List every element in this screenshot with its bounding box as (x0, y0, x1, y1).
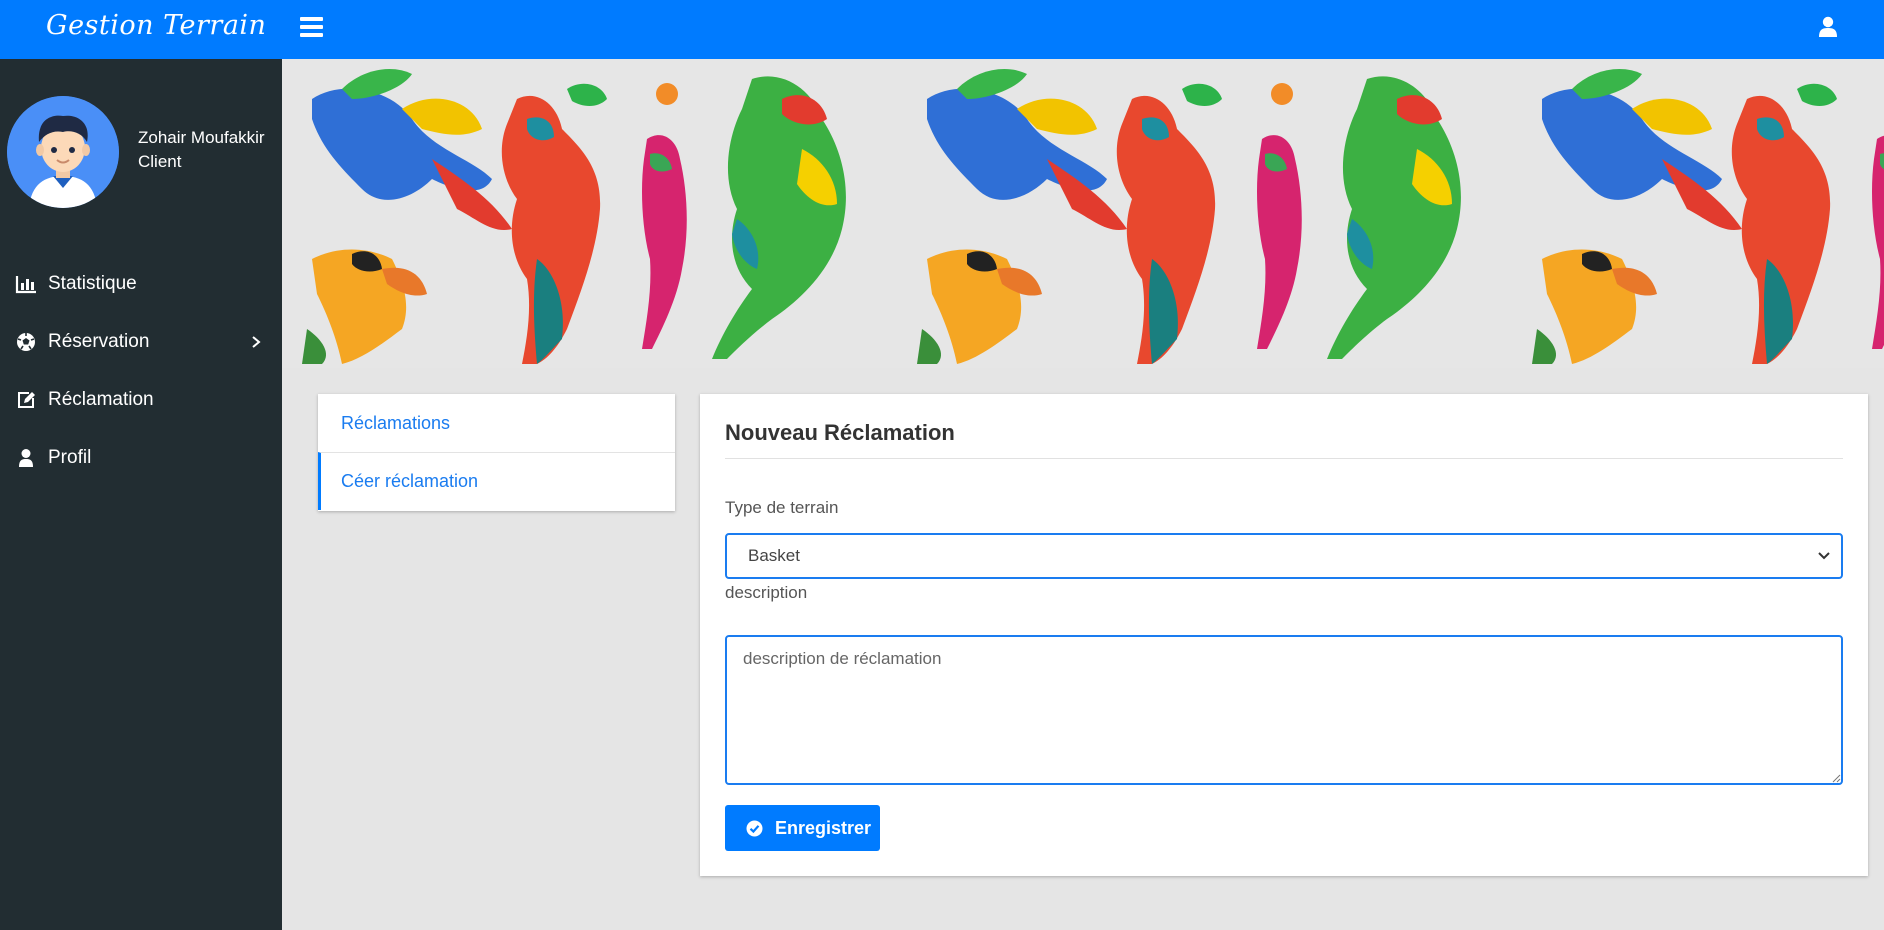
edit-icon (18, 392, 35, 408)
type-terrain-label: Type de terrain (725, 498, 839, 517)
app-brand[interactable]: Gestion Terrain (46, 10, 266, 41)
user-icon[interactable] (1818, 16, 1838, 38)
select-value: Basket (748, 546, 800, 565)
sidebar-menu: Statistique Réservation Réclamation Prof… (0, 255, 282, 487)
sidebar: Zohair Moufakkir Client Statistique Rése… (0, 59, 282, 930)
type-terrain-select[interactable]: Basket (725, 533, 1843, 579)
sidebar-item-statistique[interactable]: Statistique (0, 255, 282, 313)
sports-banner (282, 59, 1884, 368)
sidebar-item-reclamation[interactable]: Réclamation (0, 371, 282, 429)
user-panel: Zohair Moufakkir Client (7, 96, 282, 208)
soccer-ball-icon (17, 333, 35, 351)
top-navbar: Gestion Terrain (0, 0, 1884, 59)
sidebar-item-label: Profil (48, 447, 92, 468)
bar-chart-icon (15, 276, 36, 294)
sidebar-item-reservation[interactable]: Réservation (0, 313, 282, 371)
save-button-label: Enregistrer (775, 817, 872, 838)
resize-grip-icon[interactable] (1831, 773, 1841, 783)
sidebar-item-profil[interactable]: Profil (0, 429, 282, 487)
avatar (7, 96, 119, 208)
chevron-down-icon (1818, 552, 1830, 560)
new-reclamation-card: Nouveau Réclamation Type de terrain Bask… (700, 394, 1868, 876)
tab-creer-reclamation[interactable]: Céer réclamation (318, 452, 675, 510)
chevron-right-icon (252, 336, 261, 348)
sidebar-item-label: Réclamation (48, 389, 154, 410)
user-icon (19, 449, 33, 467)
check-circle-icon (746, 820, 763, 836)
description-label: description (725, 583, 808, 602)
user-role: Client (138, 152, 182, 171)
user-name: Zohair Moufakkir (138, 128, 265, 147)
description-textarea[interactable] (725, 635, 1843, 785)
athletes-illustration (282, 59, 1884, 368)
tab-reclamations[interactable]: Réclamations (318, 394, 675, 452)
form-title: Nouveau Réclamation (725, 420, 955, 445)
divider (725, 458, 1843, 459)
save-button[interactable]: Enregistrer (725, 805, 880, 851)
sidebar-item-label: Statistique (48, 273, 137, 294)
sidebar-item-label: Réservation (48, 331, 150, 352)
reclamation-tabs: Réclamations Céer réclamation (318, 394, 675, 511)
hamburger-icon[interactable] (300, 17, 323, 37)
